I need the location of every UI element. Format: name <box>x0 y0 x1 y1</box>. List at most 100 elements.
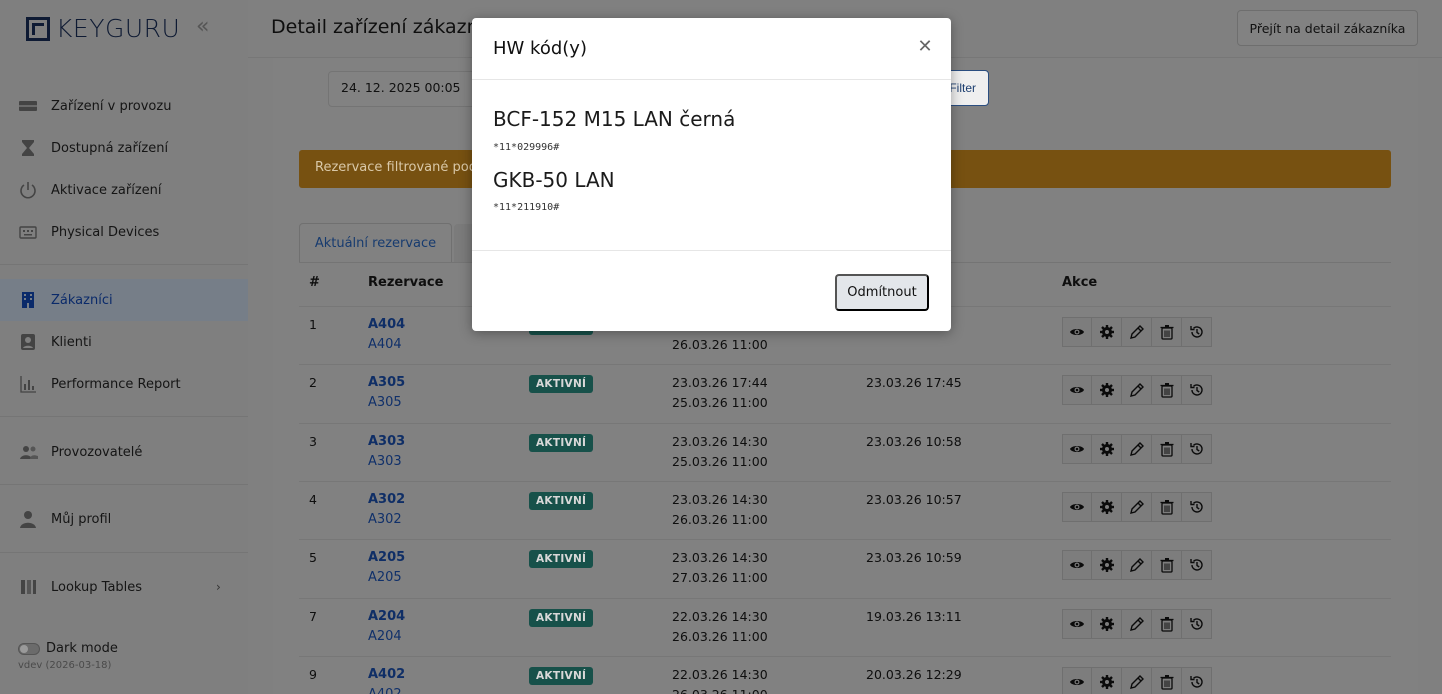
hw-device-name: GKB-50 LAN <box>493 168 615 192</box>
reservation-to: 27.03.26 11:00 <box>672 570 768 586</box>
reservation-link[interactable]: A305 <box>368 375 405 390</box>
trash-icon[interactable] <box>1152 375 1182 406</box>
gear-icon[interactable] <box>1092 608 1122 639</box>
status-badge: AKTIVNÍ <box>529 550 594 569</box>
reservation-from: 23.03.26 14:30 <box>672 550 768 566</box>
row-number: 4 <box>309 491 317 507</box>
contact-icon <box>18 332 38 352</box>
column-header-actions: Akce <box>1062 275 1098 290</box>
eye-icon[interactable] <box>1062 491 1092 522</box>
reservation-created: 23.03.26 17:45 <box>866 375 962 391</box>
history-icon[interactable] <box>1182 375 1212 406</box>
reservation-link[interactable]: A404 <box>368 317 405 332</box>
sidebar-item-clients[interactable]: Klienti <box>0 321 248 363</box>
trash-icon[interactable] <box>1152 666 1182 694</box>
chevron-right-icon: › <box>216 580 221 594</box>
sidebar-item-operators[interactable]: Provozovatelé <box>0 431 248 473</box>
eye-icon[interactable] <box>1062 317 1092 347</box>
reservation-room-link[interactable]: A402 <box>368 687 402 694</box>
sidebar-item-performance-report[interactable]: Performance Report <box>0 363 248 405</box>
sidebar-item-physical-devices[interactable]: Physical Devices <box>0 211 248 253</box>
sidebar-item-devices-in-use[interactable]: Zařízení v provozu <box>0 85 248 127</box>
gear-icon[interactable] <box>1092 317 1122 347</box>
hw-device-code: *11*029996# <box>493 142 560 153</box>
status-badge: AKTIVNÍ <box>529 666 594 685</box>
pencil-icon[interactable] <box>1122 666 1152 694</box>
gear-icon[interactable] <box>1092 491 1122 522</box>
eye-icon[interactable] <box>1062 550 1092 581</box>
row-number: 3 <box>309 433 317 449</box>
pencil-icon[interactable] <box>1122 608 1152 639</box>
trash-icon[interactable] <box>1152 491 1182 522</box>
reservation-room-link[interactable]: A404 <box>368 337 402 352</box>
decline-button[interactable]: Odmítnout <box>835 274 929 311</box>
sidebar-item-label: Provozovatelé <box>51 444 143 460</box>
reservation-room-link[interactable]: A204 <box>368 629 402 644</box>
drawer-icon <box>18 96 38 116</box>
gear-icon[interactable] <box>1092 550 1122 581</box>
sidebar-item-customers[interactable]: Zákazníci <box>0 279 248 321</box>
trash-icon[interactable] <box>1152 550 1182 581</box>
row-actions <box>1062 375 1212 406</box>
reservation-room-link[interactable]: A302 <box>368 512 402 527</box>
reservation-from: 22.03.26 14:30 <box>672 608 768 624</box>
eye-icon[interactable] <box>1062 375 1092 406</box>
trash-icon[interactable] <box>1152 608 1182 639</box>
history-icon[interactable] <box>1182 433 1212 464</box>
close-icon[interactable]: ✕ <box>916 38 934 56</box>
history-icon[interactable] <box>1182 550 1212 581</box>
gear-icon[interactable] <box>1092 433 1122 464</box>
brand-mark-icon <box>26 16 50 41</box>
reservation-link[interactable]: A204 <box>368 609 405 624</box>
pencil-icon[interactable] <box>1122 550 1152 581</box>
pencil-icon[interactable] <box>1122 433 1152 464</box>
history-icon[interactable] <box>1182 666 1212 694</box>
sidebar-item-lookup-tables[interactable]: Lookup Tables › <box>0 566 248 608</box>
column-header-reservation[interactable]: Rezervace <box>368 275 443 290</box>
reservation-room-link[interactable]: A305 <box>368 395 402 410</box>
brand-logo[interactable]: KEYGURU <box>26 14 180 43</box>
dark-mode-toggle[interactable] <box>18 643 40 655</box>
reservation-room-link[interactable]: A205 <box>368 570 402 585</box>
trash-icon[interactable] <box>1152 317 1182 347</box>
sidebar: KEYGURU « Zařízení v provozu Dostupná za… <box>0 0 248 694</box>
eye-icon[interactable] <box>1062 608 1092 639</box>
sidebar-item-label: Zařízení v provozu <box>51 98 172 114</box>
gear-icon[interactable] <box>1092 666 1122 694</box>
pencil-icon[interactable] <box>1122 375 1152 406</box>
history-icon[interactable] <box>1182 608 1212 639</box>
reservation-link[interactable]: A402 <box>368 667 405 682</box>
gear-icon[interactable] <box>1092 375 1122 406</box>
sidebar-item-my-profile[interactable]: Můj profil <box>0 498 248 540</box>
history-icon[interactable] <box>1182 317 1212 347</box>
pencil-icon[interactable] <box>1122 317 1152 347</box>
row-actions <box>1062 433 1212 464</box>
sidebar-item-device-activation[interactable]: Aktivace zařízení <box>0 169 248 211</box>
sidebar-divider <box>0 484 248 485</box>
sidebar-divider <box>0 416 248 417</box>
app-version: vdev (2026-03-18) <box>18 660 112 671</box>
modal-title: HW kód(y) <box>493 38 587 59</box>
building-icon <box>18 290 38 310</box>
date-from-input[interactable]: 24. 12. 2025 00:05 <box>328 71 478 107</box>
eye-icon[interactable] <box>1062 666 1092 694</box>
hw-device-name: BCF-152 M15 LAN černá <box>493 107 736 131</box>
reservation-to: 26.03.26 11:00 <box>672 337 768 352</box>
eye-icon[interactable] <box>1062 433 1092 464</box>
reservation-to: 26.03.26 11:00 <box>672 628 768 644</box>
chevrons-left-icon[interactable]: « <box>196 14 209 39</box>
trash-icon[interactable] <box>1152 433 1182 464</box>
history-icon[interactable] <box>1182 491 1212 522</box>
go-to-customer-detail-button[interactable]: Přejít na detail zákazníka <box>1237 10 1418 46</box>
sidebar-item-available-devices[interactable]: Dostupná zařízení <box>0 127 248 169</box>
reservation-link[interactable]: A205 <box>368 550 405 565</box>
table-row: 9 A402 A402 AKTIVNÍ 22.03.26 14:30 26.03.26 1… <box>299 655 1391 694</box>
tab-current-reservations[interactable]: Aktuální rezervace <box>299 223 452 263</box>
reservation-link[interactable]: A303 <box>368 434 405 449</box>
row-actions <box>1062 491 1212 522</box>
reservation-room-link[interactable]: A303 <box>368 454 402 469</box>
pencil-icon[interactable] <box>1122 491 1152 522</box>
reservation-to: 25.03.26 11:00 <box>672 395 768 411</box>
column-header-number: # <box>309 275 320 290</box>
reservation-link[interactable]: A302 <box>368 492 405 507</box>
